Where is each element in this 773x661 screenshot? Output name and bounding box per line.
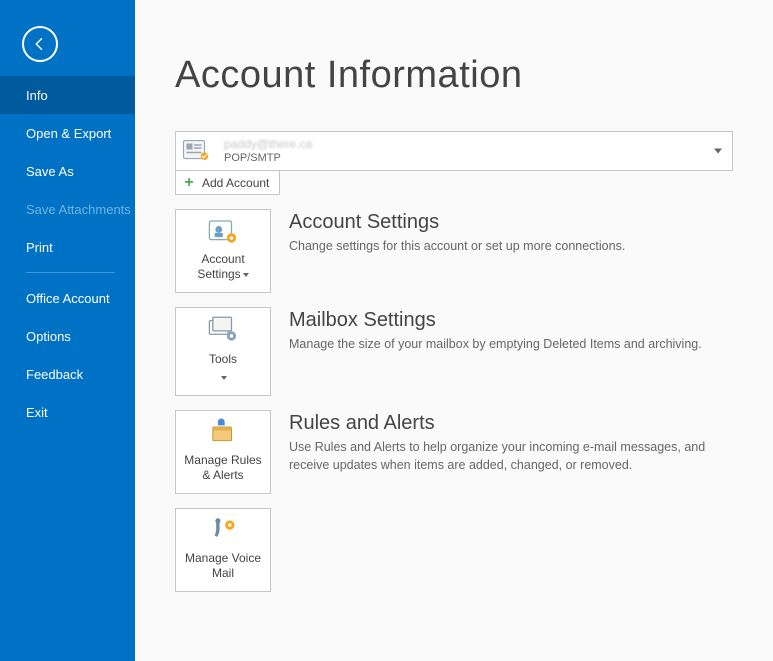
section-desc: Use Rules and Alerts to help organize yo…	[289, 439, 729, 474]
sections: Account Settings Account Settings Change…	[175, 209, 733, 592]
content: Account Information paddy@there.ca POP/S…	[135, 0, 773, 592]
sidebar-item-office-account[interactable]: Office Account	[0, 279, 135, 317]
sidebar-item-label: Save As	[26, 164, 74, 179]
tile-label: Manage Voice Mail	[185, 551, 261, 581]
sidebar-divider	[26, 272, 115, 273]
section-desc: Change settings for this account or set …	[289, 238, 625, 256]
sidebar-item-label: Print	[26, 240, 53, 255]
sidebar-item-print[interactable]: Print	[0, 228, 135, 266]
account-info: paddy@there.ca POP/SMTP	[224, 138, 312, 163]
sidebar-item-info[interactable]: Info	[0, 76, 135, 114]
sidebar-item-save-attachments: Save Attachments	[0, 190, 135, 228]
sidebar-item-exit[interactable]: Exit	[0, 393, 135, 431]
page-title: Account Information	[175, 54, 733, 97]
backstage-sidebar: Info Open & Export Save As Save Attachme…	[0, 0, 135, 661]
sidebar-item-label: Open & Export	[26, 126, 111, 141]
tile-label: Account Settings	[197, 252, 248, 282]
add-account-button[interactable]: + Add Account	[175, 171, 280, 195]
sidebar-primary-group: Info Open & Export Save As Save Attachme…	[0, 76, 135, 431]
sidebar-item-feedback[interactable]: Feedback	[0, 355, 135, 393]
tile-tools[interactable]: Tools	[175, 307, 271, 396]
row-mailbox-settings: Tools Mailbox Settings Manage the size o…	[175, 307, 733, 396]
account-card-icon	[182, 137, 212, 165]
row-rules-alerts: Manage Rules & Alerts Rules and Alerts U…	[175, 410, 733, 494]
tile-voice-mail[interactable]: Manage Voice Mail	[175, 508, 271, 592]
sidebar-item-open-export[interactable]: Open & Export	[0, 114, 135, 152]
account-email: paddy@there.ca	[224, 138, 312, 151]
app-root: Info Open & Export Save As Save Attachme…	[0, 0, 773, 661]
sidebar-item-label: Info	[26, 88, 48, 103]
tile-label: Manage Rules & Alerts	[184, 453, 261, 483]
account-selector[interactable]: paddy@there.ca POP/SMTP	[175, 131, 733, 171]
chevron-down-icon	[243, 273, 249, 277]
section-title: Rules and Alerts	[289, 412, 729, 435]
sidebar-item-options[interactable]: Options	[0, 317, 135, 355]
sidebar-item-label: Feedback	[26, 367, 83, 382]
tools-icon	[206, 315, 240, 345]
row-voice-mail: Manage Voice Mail	[175, 508, 733, 592]
tile-label: Tools	[209, 352, 237, 367]
tile-account-settings[interactable]: Account Settings	[175, 209, 271, 293]
plus-icon: +	[182, 176, 196, 190]
desc-mailbox-settings: Mailbox Settings Manage the size of your…	[289, 307, 702, 354]
back-button[interactable]	[22, 26, 58, 62]
chevron-down-icon	[714, 149, 722, 154]
sidebar-item-label: Options	[26, 329, 71, 344]
account-type: POP/SMTP	[224, 152, 312, 164]
section-desc: Manage the size of your mailbox by empty…	[289, 336, 702, 354]
section-title: Mailbox Settings	[289, 309, 702, 332]
tile-rules-alerts[interactable]: Manage Rules & Alerts	[175, 410, 271, 494]
main-pane: Account Information paddy@there.ca POP/S…	[135, 0, 773, 661]
sidebar-item-save-as[interactable]: Save As	[0, 152, 135, 190]
sidebar-item-label: Office Account	[26, 291, 110, 306]
account-settings-icon	[206, 217, 240, 247]
section-title: Account Settings	[289, 211, 625, 234]
rules-alerts-icon	[206, 418, 240, 448]
desc-rules-alerts: Rules and Alerts Use Rules and Alerts to…	[289, 410, 729, 474]
desc-account-settings: Account Settings Change settings for thi…	[289, 209, 625, 256]
row-account-settings: Account Settings Account Settings Change…	[175, 209, 733, 293]
add-account-label: Add Account	[202, 176, 269, 190]
back-arrow-icon	[31, 35, 49, 53]
sidebar-item-label: Save Attachments	[26, 202, 131, 217]
sidebar-item-label: Exit	[26, 405, 48, 420]
chevron-down-icon	[221, 376, 227, 380]
back-area	[0, 0, 135, 76]
voice-mail-icon	[206, 516, 240, 546]
